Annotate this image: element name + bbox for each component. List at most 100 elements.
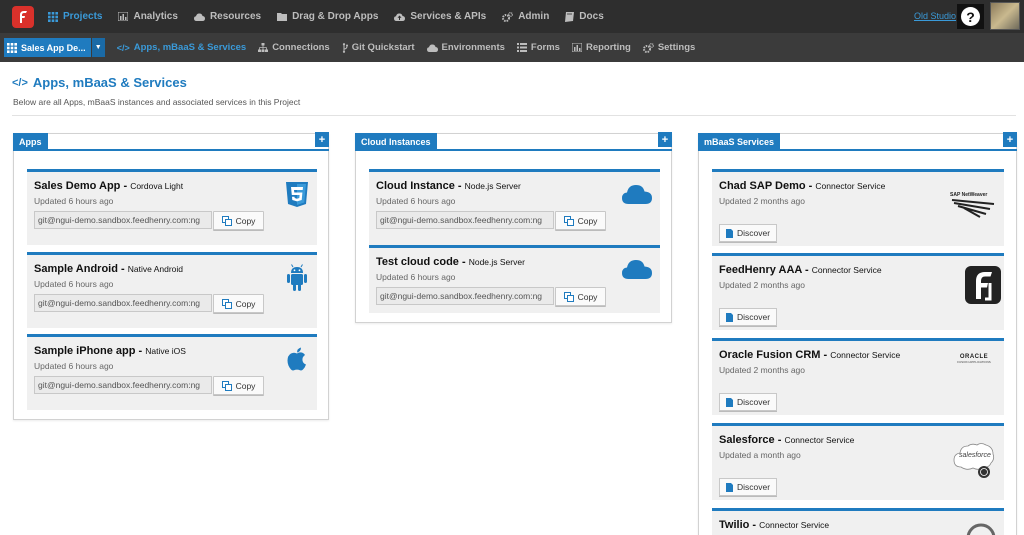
service-card[interactable]: Salesforce - Connector Service Updated a… xyxy=(712,423,1004,500)
tab-git-quickstart[interactable]: Git Quickstart xyxy=(336,33,421,62)
discover-button[interactable]: Discover xyxy=(719,224,777,242)
updated-text: Updated 2 months ago xyxy=(719,365,806,375)
panel-header-line xyxy=(13,149,329,151)
tab-reporting[interactable]: Reporting xyxy=(566,33,637,62)
updated-text: Updated 6 hours ago xyxy=(34,361,114,371)
nav-resources[interactable]: Resources xyxy=(186,0,269,33)
page-title: </> Apps, mBaaS & Services xyxy=(12,75,187,90)
twilio-logo xyxy=(965,522,997,535)
copy-button[interactable]: Copy xyxy=(555,287,606,306)
discover-button[interactable]: Discover xyxy=(719,393,777,411)
app-title: Sales Demo App - Cordova Light xyxy=(34,180,183,192)
book-icon xyxy=(565,11,575,22)
project-selector-button[interactable]: Sales App De... xyxy=(4,38,91,57)
copy-icon xyxy=(221,298,232,309)
service-card[interactable]: Chad SAP Demo - Connector Service Update… xyxy=(712,169,1004,246)
separator: - xyxy=(120,180,131,192)
cloud-title: Cloud Instance - Node.js Server xyxy=(376,180,521,192)
app-card[interactable]: Sample Android - Native Android Updated … xyxy=(27,252,317,328)
salesforce-logo: salesforce xyxy=(953,441,995,479)
help-icon: ? xyxy=(961,7,980,26)
service-card[interactable]: Twilio - Connector Service xyxy=(712,508,1004,535)
service-card[interactable]: Oracle Fusion CRM - Connector Service Up… xyxy=(712,338,1004,415)
copy-icon xyxy=(221,215,232,226)
git-url-field[interactable]: git@ngui-demo.sandbox.feedhenry.com:ng xyxy=(376,211,554,229)
service-name: Chad SAP Demo xyxy=(719,180,806,192)
project-selector[interactable]: Sales App De... ▼ xyxy=(4,38,105,57)
copy-label: Copy xyxy=(235,380,256,391)
add-cloud-instance-button[interactable]: + xyxy=(658,132,672,147)
tab-environments[interactable]: Environments xyxy=(421,33,511,62)
separator: - xyxy=(135,345,146,357)
cloud-icon xyxy=(622,184,652,207)
updated-text: Updated 2 months ago xyxy=(719,280,806,290)
copy-button[interactable]: Copy xyxy=(213,294,264,313)
tab-settings-label: Settings xyxy=(657,42,696,53)
tab-apps-mbaas-services[interactable]: </> Apps, mBaaS & Services xyxy=(111,33,253,62)
app-card[interactable]: Sales Demo App - Cordova Light Updated 6… xyxy=(27,169,317,245)
discover-button[interactable]: Discover xyxy=(719,308,777,326)
avatar[interactable] xyxy=(990,2,1020,30)
copy-label: Copy xyxy=(577,291,598,302)
app-card[interactable]: Sample iPhone app - Native iOS Updated 6… xyxy=(27,334,317,410)
separator: - xyxy=(458,256,469,268)
oracle-fusion-logo: ORACLE FUSION APPLICATIONS xyxy=(952,354,996,364)
nav-projects[interactable]: Projects xyxy=(40,0,110,33)
git-url-field[interactable]: git@ngui-demo.sandbox.feedhenry.com:ng xyxy=(34,211,212,229)
cloud-icon xyxy=(622,259,652,282)
cloud-type: Node.js Server xyxy=(464,181,521,191)
copy-button[interactable]: Copy xyxy=(213,376,264,395)
nav-drag-drop-label: Drag & Drop Apps xyxy=(292,11,379,22)
grid-icon xyxy=(48,11,58,22)
updated-text: Updated 6 hours ago xyxy=(34,196,114,206)
nav-services-apis[interactable]: Services & APIs xyxy=(386,0,494,33)
discover-label: Discover xyxy=(736,482,771,492)
feedhenry-logo[interactable] xyxy=(12,5,34,28)
copy-button[interactable]: Copy xyxy=(555,211,606,230)
git-url-field[interactable]: git@ngui-demo.sandbox.feedhenry.com:ng xyxy=(34,294,212,312)
divider xyxy=(12,115,1016,116)
nav-admin[interactable]: Admin xyxy=(494,0,557,33)
updated-text: Updated 6 hours ago xyxy=(376,272,456,282)
grid-icon xyxy=(7,42,17,53)
nav-analytics[interactable]: Analytics xyxy=(110,0,185,33)
copy-button[interactable]: Copy xyxy=(213,211,264,230)
old-studio-link[interactable]: Old Studio xyxy=(914,11,956,21)
service-title: Chad SAP Demo - Connector Service xyxy=(719,180,885,192)
git-url-field[interactable]: git@ngui-demo.sandbox.feedhenry.com:ng xyxy=(34,376,212,394)
cloud-icon xyxy=(426,44,438,52)
app-name: Sample Android xyxy=(34,263,118,275)
add-app-button[interactable]: + xyxy=(315,132,329,147)
logo-subtext: FUSION APPLICATIONS xyxy=(957,360,991,364)
separator: - xyxy=(749,519,760,531)
help-button[interactable]: ? xyxy=(957,4,984,29)
html5-icon xyxy=(285,182,309,211)
project-name: Sales App De... xyxy=(21,42,86,53)
cloud-card[interactable]: Test cloud code - Node.js Server Updated… xyxy=(369,245,660,313)
tab-forms[interactable]: Forms xyxy=(511,33,566,62)
sap-netweaver-logo: SAP NetWeaver xyxy=(950,192,996,218)
add-service-button[interactable]: + xyxy=(1003,132,1017,147)
app-type: Native Android xyxy=(127,264,184,274)
discover-label: Discover xyxy=(736,228,771,238)
tab-reporting-label: Reporting xyxy=(585,42,631,53)
apps-panel: Apps + Sales Demo App - Cordova Light Up… xyxy=(13,132,329,420)
discover-button[interactable]: Discover xyxy=(719,478,777,496)
cloud-upload-icon xyxy=(394,13,406,21)
chevron-down-icon[interactable]: ▼ xyxy=(91,38,105,57)
service-type: Connector Service xyxy=(811,265,882,275)
copy-label: Copy xyxy=(577,215,598,226)
service-card[interactable]: FeedHenry AAA - Connector Service Update… xyxy=(712,253,1004,330)
tab-settings[interactable]: Settings xyxy=(637,33,701,62)
separator: - xyxy=(774,434,785,446)
git-url-field[interactable]: git@ngui-demo.sandbox.feedhenry.com:ng xyxy=(376,287,554,305)
nav-drag-drop-apps[interactable]: Drag & Drop Apps xyxy=(269,0,386,33)
copy-icon xyxy=(563,215,574,226)
cloud-type: Node.js Server xyxy=(468,257,525,267)
top-navbar: Projects Analytics Resources Drag & Drop… xyxy=(0,0,1024,33)
tab-connections[interactable]: Connections xyxy=(252,33,336,62)
nav-docs[interactable]: Docs xyxy=(557,0,611,33)
tab-connections-label: Connections xyxy=(272,42,330,53)
chart-icon xyxy=(571,43,582,52)
cloud-card[interactable]: Cloud Instance - Node.js Server Updated … xyxy=(369,169,660,245)
